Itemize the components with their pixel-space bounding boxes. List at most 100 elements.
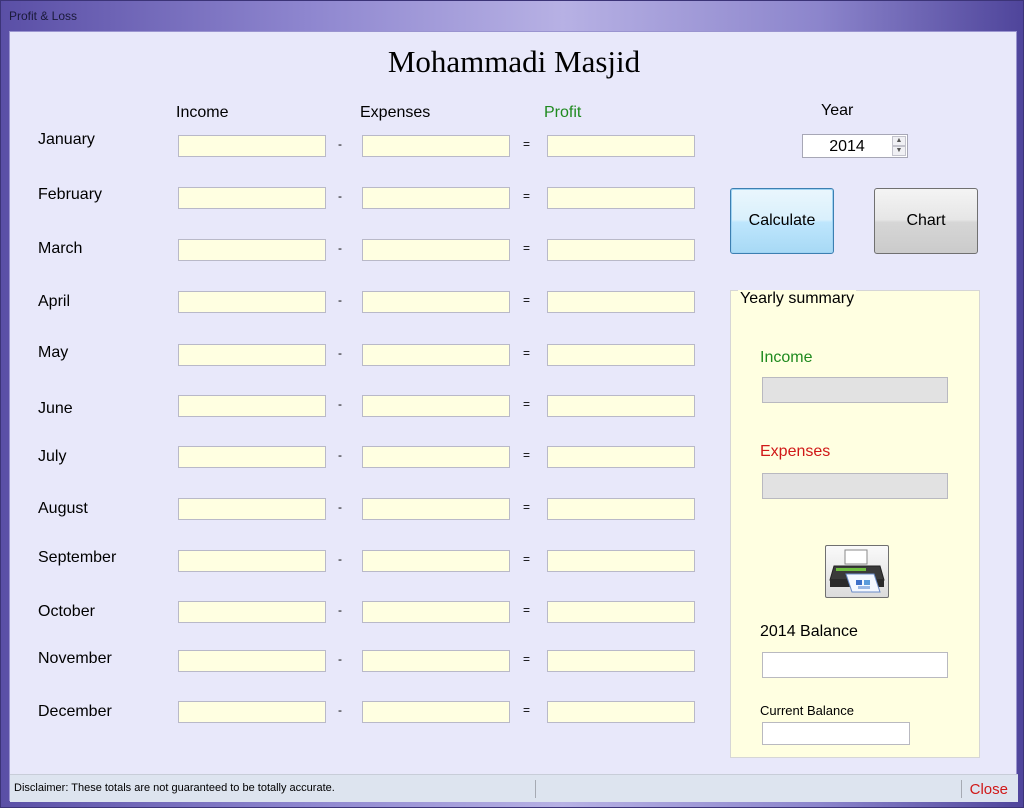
income-field-september[interactable] [178, 550, 326, 572]
month-label-october: October [38, 603, 95, 620]
equals-operator: = [523, 137, 531, 151]
minus-operator: - [338, 397, 342, 411]
expenses-column-header: Expenses [360, 104, 431, 121]
expenses-field-march[interactable] [362, 239, 510, 261]
month-label-february: February [38, 186, 103, 203]
expenses-field-september[interactable] [362, 550, 510, 572]
income-field-august[interactable] [178, 498, 326, 520]
minus-operator: - [338, 448, 342, 462]
expenses-field-june[interactable] [362, 395, 510, 417]
equals-operator: = [523, 346, 531, 360]
equals-operator: = [523, 603, 531, 617]
balance-label: 2014 Balance [760, 623, 858, 640]
expenses-field-december[interactable] [362, 701, 510, 723]
profit-field-september[interactable] [547, 550, 695, 572]
equals-operator: = [523, 189, 531, 203]
client-area: Mohammadi Masjid Income Expenses Profit … [9, 31, 1018, 802]
app-window: Profit & Loss Mohammadi Masjid Income Ex… [0, 0, 1024, 808]
summary-income-label: Income [760, 349, 813, 366]
current-balance-label: Current Balance [760, 703, 854, 718]
summary-income-field [762, 377, 948, 403]
month-label-december: December [38, 703, 112, 720]
minus-operator: - [338, 652, 342, 666]
status-separator [535, 780, 536, 798]
status-separator [961, 780, 962, 798]
minus-operator: - [338, 552, 342, 566]
status-bar: Disclaimer: These totals are not guarant… [10, 774, 1018, 802]
balance-field[interactable] [762, 652, 948, 678]
income-field-july[interactable] [178, 446, 326, 468]
income-field-june[interactable] [178, 395, 326, 417]
month-label-may: May [38, 344, 69, 361]
profit-field-february[interactable] [547, 187, 695, 209]
minus-operator: - [338, 293, 342, 307]
expenses-field-october[interactable] [362, 601, 510, 623]
expenses-field-april[interactable] [362, 291, 510, 313]
month-label-march: March [38, 240, 83, 257]
calculate-button[interactable]: Calculate [730, 188, 834, 254]
profit-field-october[interactable] [547, 601, 695, 623]
profit-field-december[interactable] [547, 701, 695, 723]
income-field-april[interactable] [178, 291, 326, 313]
expenses-field-november[interactable] [362, 650, 510, 672]
month-label-january: January [38, 131, 95, 148]
month-label-november: November [38, 650, 112, 667]
income-column-header: Income [176, 104, 229, 121]
profit-column-header: Profit [544, 104, 582, 121]
equals-operator: = [523, 552, 531, 566]
minus-operator: - [338, 603, 342, 617]
profit-field-november[interactable] [547, 650, 695, 672]
yearly-summary-group: Yearly summary Income Expenses 2014 Bala… [730, 290, 980, 758]
year-value[interactable]: 2014 [803, 138, 891, 156]
profit-field-may[interactable] [547, 344, 695, 366]
printer-icon [829, 549, 885, 593]
profit-field-january[interactable] [547, 135, 695, 157]
equals-operator: = [523, 500, 531, 514]
yearly-summary-title: Yearly summary [738, 290, 857, 308]
equals-operator: = [523, 293, 531, 307]
equals-operator: = [523, 652, 531, 666]
month-label-june: June [38, 400, 73, 417]
profit-field-july[interactable] [547, 446, 695, 468]
month-label-april: April [38, 293, 71, 310]
expenses-field-august[interactable] [362, 498, 510, 520]
profit-field-august[interactable] [547, 498, 695, 520]
income-field-october[interactable] [178, 601, 326, 623]
current-balance-field[interactable] [762, 722, 910, 745]
expenses-field-february[interactable] [362, 187, 510, 209]
close-link[interactable]: Close [970, 781, 1008, 798]
print-button[interactable] [825, 545, 889, 598]
equals-operator: = [523, 397, 531, 411]
year-spinner[interactable]: 2014 ▲ ▼ [802, 134, 908, 158]
year-label: Year [821, 102, 854, 119]
expenses-field-may[interactable] [362, 344, 510, 366]
income-field-december[interactable] [178, 701, 326, 723]
minus-operator: - [338, 346, 342, 360]
expenses-field-july[interactable] [362, 446, 510, 468]
chart-button[interactable]: Chart [874, 188, 978, 254]
month-label-july: July [38, 448, 67, 465]
minus-operator: - [338, 137, 342, 151]
disclaimer-text: Disclaimer: These totals are not guarant… [14, 782, 335, 794]
income-field-november[interactable] [178, 650, 326, 672]
minus-operator: - [338, 189, 342, 203]
summary-expenses-field [762, 473, 948, 499]
income-field-february[interactable] [178, 187, 326, 209]
income-field-march[interactable] [178, 239, 326, 261]
month-label-september: September [38, 549, 117, 566]
window-title: Profit & Loss [9, 9, 78, 23]
minus-operator: - [338, 703, 342, 717]
month-label-august: August [38, 500, 88, 517]
equals-operator: = [523, 448, 531, 462]
minus-operator: - [338, 500, 342, 514]
spin-down-icon[interactable]: ▼ [892, 146, 906, 156]
income-field-january[interactable] [178, 135, 326, 157]
minus-operator: - [338, 241, 342, 255]
equals-operator: = [523, 241, 531, 255]
expenses-field-january[interactable] [362, 135, 510, 157]
profit-field-march[interactable] [547, 239, 695, 261]
spin-up-icon[interactable]: ▲ [892, 136, 906, 146]
profit-field-june[interactable] [547, 395, 695, 417]
profit-field-april[interactable] [547, 291, 695, 313]
income-field-may[interactable] [178, 344, 326, 366]
